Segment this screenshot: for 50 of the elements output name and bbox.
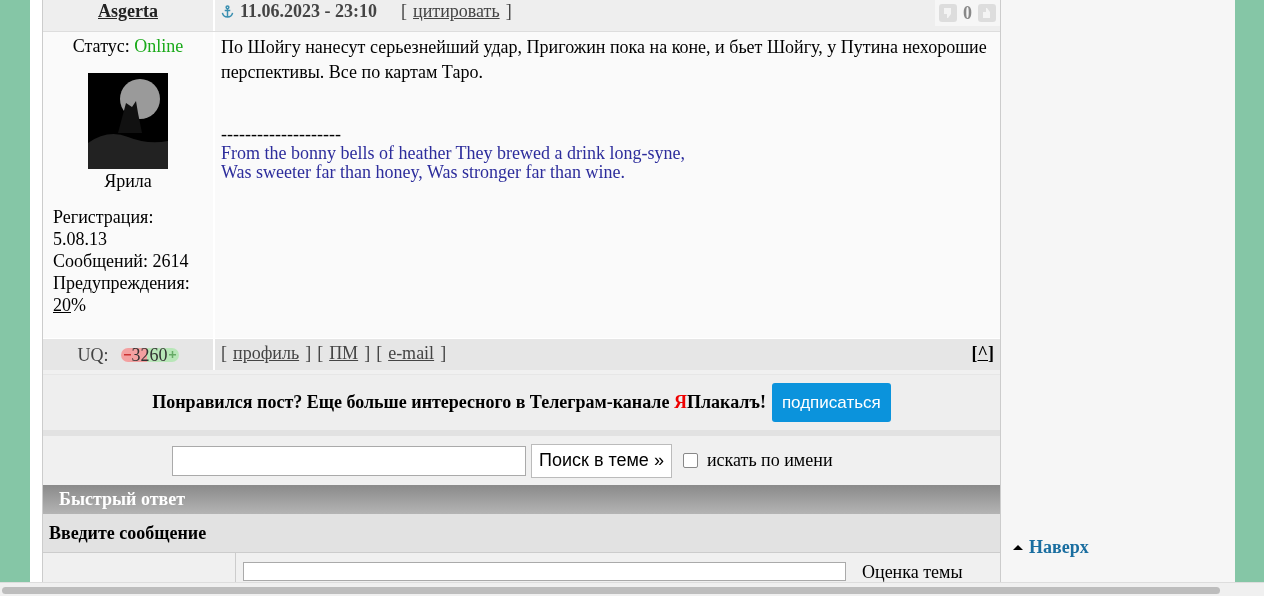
registration-date: 5.08.13 [53, 227, 108, 250]
thumbs-down-icon[interactable] [939, 4, 957, 22]
post-text: По Шойгу нанесут серьезнейший удар, Пригожин пока на коне, и бьет Шойгу, у Путина нехорошие перспективы. Все по картам Таро. [221, 35, 988, 84]
prompt-label: Введите сообщение [43, 514, 1000, 553]
bracket: ] [988, 343, 994, 364]
signature-line: From the bonny bells of heather They brewed a drink long-syne, [221, 143, 687, 163]
author-link[interactable]: Asgerta [98, 1, 158, 21]
status-label: Статус: [72, 35, 130, 56]
quote-link[interactable]: цитировать [413, 0, 500, 22]
bracket: ] [505, 0, 512, 22]
section-header: Быстрый ответ [43, 485, 1000, 514]
to-top-link[interactable]: Наверх [1029, 537, 1089, 558]
profile-link[interactable]: e-mail [388, 339, 435, 370]
up-triangle-icon [1013, 545, 1023, 550]
rating-count: 0 [963, 2, 972, 24]
warnings-label: Предупреждения: [53, 271, 191, 294]
avatar-caption: Ярила [104, 170, 152, 192]
checkbox[interactable] [682, 453, 698, 469]
plus-icon[interactable] [168, 351, 176, 358]
signature-line: Was sweeter far than honey, Was stronger far than wine. [221, 162, 625, 182]
warnings-link[interactable]: 20 [53, 294, 71, 315]
bracket: ] [305, 342, 312, 366]
uq-label: UQ: [77, 343, 109, 367]
message-field[interactable] [243, 562, 846, 581]
signature-rule: -------------------- [221, 124, 342, 144]
bracket: [ [317, 342, 324, 366]
reputation-bar: 3260 [120, 347, 179, 362]
search-field[interactable] [172, 445, 526, 476]
bracket: [ [221, 342, 227, 366]
top-link[interactable]: ^ [977, 343, 988, 364]
minus-icon[interactable] [123, 351, 131, 358]
promo-text: Понравился пост? Еще больше интересного в Телеграм-канале ЯПлакалъ! [152, 392, 766, 414]
registration-label: Регистрация: [53, 205, 155, 228]
profile-link[interactable]: ПМ [329, 339, 359, 370]
rating-label: Оценка темы [862, 562, 963, 582]
anchor-icon[interactable] [221, 5, 234, 18]
status-value: Online [134, 35, 184, 56]
scrollbar[interactable] [0, 582, 1264, 596]
bracket: [ [401, 0, 407, 22]
bracket: ] [364, 342, 371, 366]
bracket: [ [971, 343, 978, 364]
bracket: [ [376, 342, 383, 366]
profile-link[interactable]: профиль [233, 339, 300, 370]
checkbox-label: искать по имени [706, 450, 833, 472]
message-count: Сообщений: 2614 [53, 249, 190, 272]
thumbs-up-icon[interactable] [978, 4, 996, 22]
percent-sign: % [71, 294, 86, 315]
search-button[interactable]: Поиск в теме » [531, 443, 672, 478]
bracket: ] [440, 342, 447, 366]
post-date: 11.06.2023 - 23:10 [240, 0, 377, 22]
